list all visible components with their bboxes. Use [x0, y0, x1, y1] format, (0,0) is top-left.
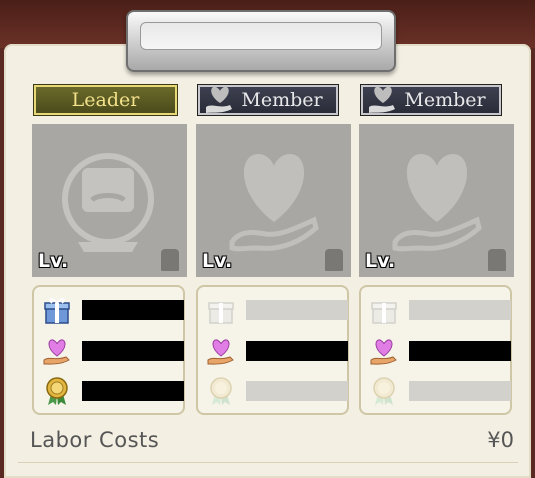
slot-icon [325, 249, 343, 271]
slot-icon [161, 249, 179, 271]
gift-stat-bar [246, 300, 348, 320]
labor-costs-label: Labor Costs [30, 428, 160, 452]
heart-hand-icon [207, 339, 234, 365]
tab-member-label: Member [241, 89, 323, 111]
gift-icon [44, 298, 70, 324]
stat-row-gift [369, 295, 511, 325]
stat-row-gift [42, 295, 184, 325]
medal-icon [210, 377, 232, 405]
leader-portrait[interactable]: Lv. [32, 124, 187, 277]
tab-leader[interactable]: Leader [34, 85, 177, 115]
heart-stat-bar [409, 341, 511, 361]
tab-leader-label: Leader [71, 89, 140, 111]
level-label: Lv. [365, 250, 396, 272]
stat-row-medal [42, 376, 184, 406]
member-1-stats [196, 285, 349, 415]
stat-row-heart [369, 336, 511, 366]
level-label: Lv. [202, 250, 233, 272]
stat-row-medal [369, 376, 511, 406]
heart-stat-bar [246, 341, 348, 361]
medal-icon [46, 377, 68, 405]
labor-costs-value: ¥0 [487, 428, 514, 452]
heart-hand-icon [43, 339, 70, 365]
gift-icon [371, 302, 397, 324]
stat-row-heart [206, 336, 348, 366]
heart-hand-icon [202, 81, 238, 122]
slot-icon [488, 249, 506, 271]
gift-icon [208, 302, 234, 324]
medal-icon [373, 377, 395, 405]
heart-hand-icon [365, 81, 401, 122]
medal-stat-bar [82, 381, 184, 401]
clipboard-clip [126, 10, 396, 72]
level-label: Lv. [38, 250, 69, 272]
medal-stat-bar [409, 381, 511, 401]
tab-member-label: Member [404, 89, 486, 111]
heart-stat-bar [82, 341, 184, 361]
member-portrait-2[interactable]: Lv. [359, 124, 514, 277]
stat-row-heart [42, 336, 184, 366]
gift-stat-bar [409, 300, 511, 320]
medal-stat-bar [246, 381, 348, 401]
stat-row-medal [206, 376, 348, 406]
tab-member-2[interactable]: Member [361, 85, 501, 115]
stat-row-gift [206, 295, 348, 325]
gift-stat-bar [82, 300, 184, 320]
tab-member-1[interactable]: Member [198, 85, 338, 115]
member-2-stats [359, 285, 512, 415]
leader-stats [32, 285, 185, 415]
divider [18, 462, 518, 463]
heart-hand-icon [370, 339, 397, 365]
member-portrait-1[interactable]: Lv. [196, 124, 351, 277]
